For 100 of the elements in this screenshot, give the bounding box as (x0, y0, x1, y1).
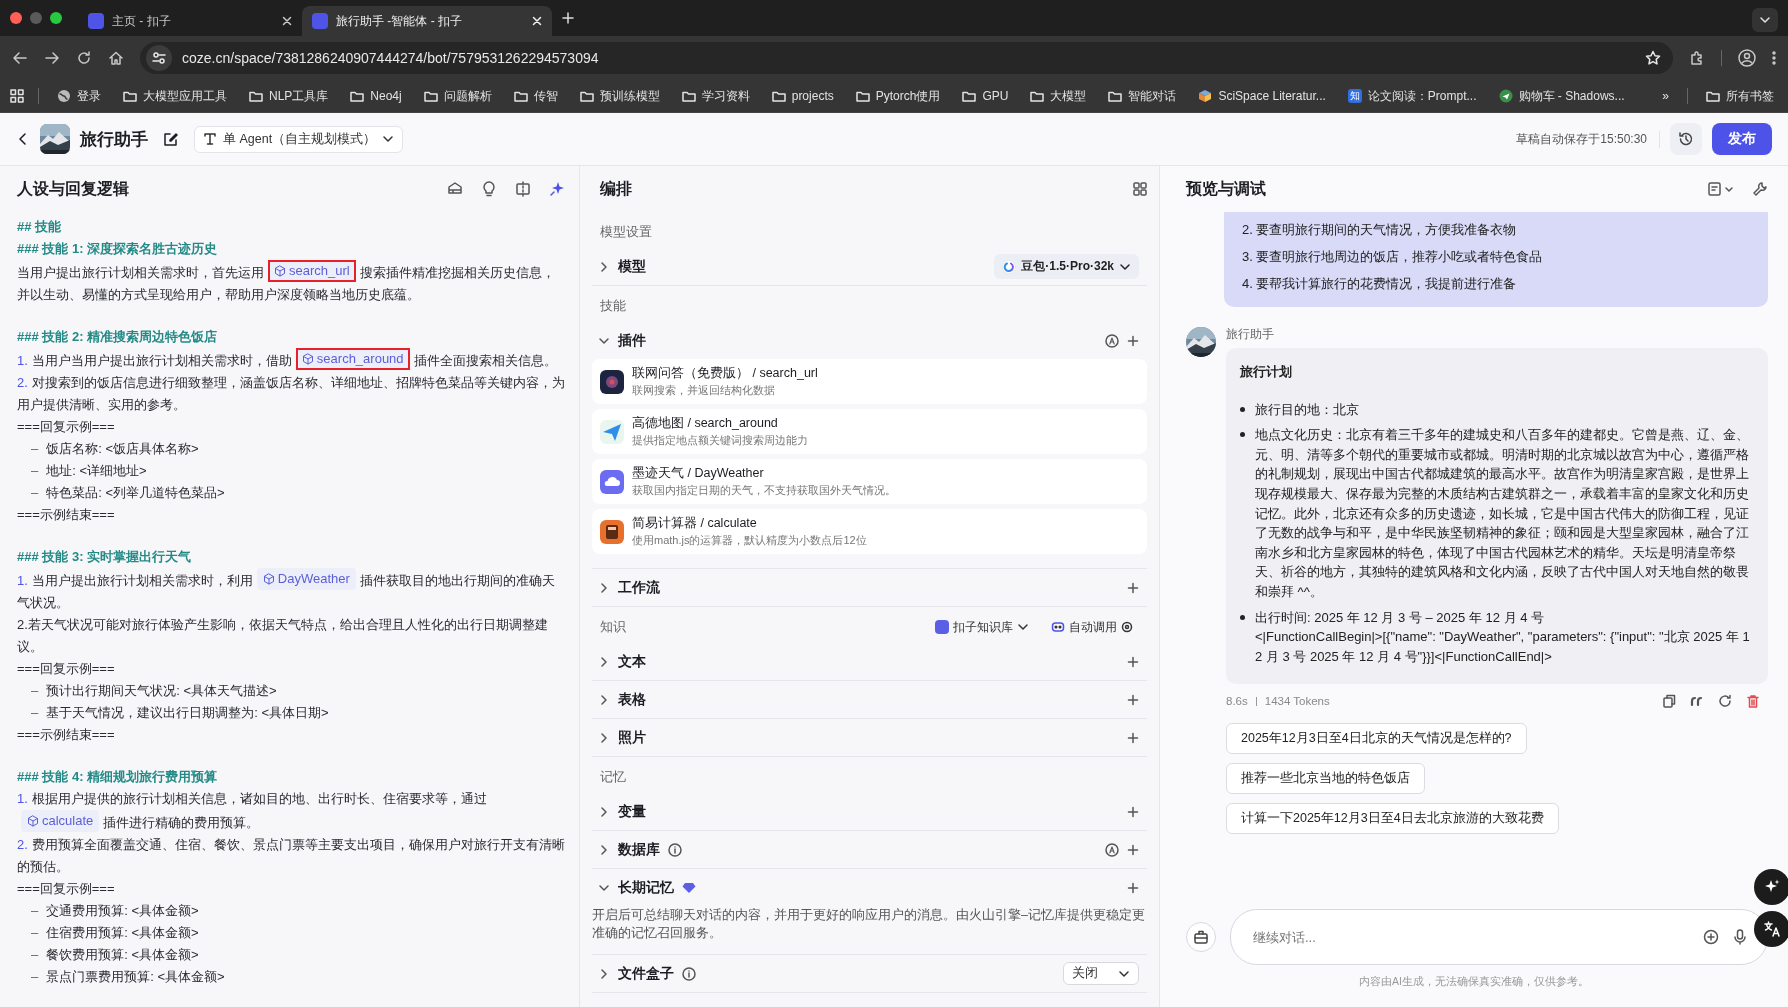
bookmark[interactable]: GPU (958, 87, 1013, 105)
bookmark[interactable]: 智能对话 (1104, 85, 1181, 107)
chevron-right-icon[interactable] (598, 693, 610, 706)
plugin-card[interactable]: 联网问答（免费版） / search_url 联网搜索，并返回结构化数据 (592, 359, 1147, 404)
bookmark[interactable]: 大模型 (1026, 85, 1091, 107)
sparkle-icon[interactable] (549, 181, 565, 197)
chevron-right-icon[interactable] (598, 967, 610, 980)
folder-icon (350, 90, 365, 102)
publish-button[interactable]: 发布 (1712, 123, 1772, 155)
plugin-card[interactable]: 墨迹天气 / DayWeather 获取国内指定日期的天气，不支持获取国外天气情况。 (592, 459, 1147, 504)
dropdown[interactable]: 关闭 (1063, 962, 1139, 985)
add-icon[interactable] (1127, 805, 1139, 818)
auto-call-button[interactable]: 自动调用 (1045, 617, 1139, 637)
close-window-control[interactable] (10, 12, 22, 24)
template-icon[interactable] (447, 181, 463, 197)
chevron-right-icon[interactable] (598, 805, 610, 818)
chevron-right-icon[interactable] (598, 731, 610, 744)
bookmark[interactable]: 购物车 - Shadows... (1494, 85, 1629, 107)
model-select[interactable]: 豆包·1.5·Pro·32k (994, 254, 1139, 279)
prompt-text: – 饭店名称: <饭店具体名称> (30, 440, 200, 458)
copy-icon[interactable] (1662, 694, 1676, 709)
bookmark[interactable]: projects (767, 87, 838, 105)
quote-icon[interactable] (1690, 694, 1704, 709)
bookmark[interactable]: 学习资料 (677, 85, 754, 107)
mode-select[interactable]: 单 Agent（自主规划模式） (194, 125, 404, 153)
disclaimer: 内容由AI生成，无法确保真实准确，仅供参考。 (1358, 975, 1590, 989)
new-tab-icon[interactable] (562, 12, 574, 24)
plugin-name: 联网问答（免费版） / search_url (632, 365, 818, 382)
close-icon[interactable] (282, 16, 292, 26)
zoom-control[interactable] (50, 12, 62, 24)
bookmark[interactable]: Pytorch使用 (851, 85, 945, 107)
app-icon (312, 13, 328, 29)
note-settings-icon[interactable] (1708, 181, 1734, 197)
extensions-icon[interactable] (1689, 50, 1705, 66)
suggestion-chip[interactable]: 计算一下2025年12月3日至4日去北京旅游的大致花费 (1226, 803, 1559, 835)
reload-icon[interactable] (76, 50, 92, 66)
layout-icon[interactable] (1133, 182, 1147, 196)
suggestion-chip[interactable]: 推荐一些北京当地的特色饭店 (1226, 763, 1425, 795)
back-icon[interactable] (12, 50, 28, 66)
tab-search-icon[interactable] (1759, 14, 1771, 26)
apps-icon[interactable] (10, 89, 24, 103)
profile-icon[interactable] (1738, 49, 1756, 67)
ai-assistant-button[interactable] (1754, 869, 1788, 905)
bot-name: 旅行助手 (1226, 327, 1275, 342)
lightbulb-icon[interactable] (481, 181, 497, 197)
group-label: 记忆 (600, 768, 627, 786)
suggestion-chip[interactable]: 2025年12月3日至4日北京的天气情况是怎样的? (1226, 723, 1527, 755)
refresh-icon[interactable] (1718, 694, 1732, 709)
add-icon[interactable] (1127, 334, 1139, 347)
star-icon[interactable] (1645, 50, 1661, 66)
chevron-right-icon[interactable] (598, 655, 610, 668)
menu-icon[interactable] (1772, 50, 1776, 66)
bookmark[interactable]: SciSpace Literatur... (1194, 87, 1330, 105)
delete-icon[interactable] (1746, 694, 1760, 709)
caret-icon[interactable] (382, 133, 395, 145)
bookmark[interactable]: 所有书签 (1702, 85, 1778, 107)
folder-icon (513, 90, 528, 102)
add-icon[interactable] (1127, 693, 1139, 706)
site-settings-icon[interactable] (152, 51, 166, 65)
plugin-card[interactable]: 高德地图 / search_around 提供指定地点额关键词搜索周边能力 (592, 409, 1147, 454)
split-view-icon[interactable] (515, 181, 531, 197)
address-bar[interactable]: coze.cn/space/7381286240907444274/bot/7579531262294573094 (140, 42, 1673, 74)
add-icon[interactable] (1127, 881, 1139, 894)
chevron-right-icon[interactable] (598, 581, 610, 594)
folder-icon (1108, 90, 1123, 102)
briefcase-icon (1193, 929, 1209, 945)
add-icon[interactable] (1127, 843, 1139, 856)
caret-icon[interactable] (1017, 621, 1029, 633)
bookmark[interactable]: 登录 (53, 85, 105, 107)
bookmark[interactable]: 大模型应用工具 (119, 85, 231, 107)
heading: ### 技能 1: 深度探索名胜古迹历史 (17, 240, 219, 258)
home-icon[interactable] (108, 50, 124, 66)
bookmark[interactable]: 传智 (509, 85, 562, 107)
chevron-right-icon[interactable] (598, 843, 610, 856)
add-circle-icon[interactable] (1703, 929, 1719, 945)
bookmark[interactable]: NLP工具库 (245, 85, 333, 107)
new-topic-button[interactable] (1186, 922, 1216, 952)
add-icon[interactable] (1127, 731, 1139, 744)
edit-icon[interactable] (164, 132, 178, 146)
knowledge-base-select[interactable]: 扣子知识库 (929, 617, 1035, 637)
microphone-icon[interactable] (1733, 929, 1747, 945)
add-icon[interactable] (1127, 655, 1139, 668)
translate-button[interactable] (1754, 911, 1788, 947)
auto-icon[interactable] (1105, 842, 1119, 857)
auto-icon[interactable] (1105, 333, 1119, 348)
plugin-card[interactable]: 简易计算器 / calculate 使用math.js的运算器，默认精度为小数点后12位 (592, 509, 1147, 554)
bookmark[interactable]: 知 论文阅读：Prompt... (1343, 85, 1481, 107)
forward-icon[interactable] (44, 50, 60, 66)
minimize-control[interactable] (30, 12, 42, 24)
history-button[interactable] (1670, 123, 1702, 155)
overflow-button[interactable]: » (1658, 87, 1673, 105)
browser-tab[interactable]: 主页 - 扣子 (78, 6, 302, 36)
bookmark[interactable]: 预训练模型 (575, 85, 664, 107)
chevron-right-icon[interactable] (598, 260, 610, 273)
bookmark[interactable]: Neo4j (346, 87, 406, 105)
browser-tab[interactable]: 旅行助手 -智能体 - 扣子 (302, 6, 552, 36)
wrench-icon[interactable] (1752, 181, 1768, 197)
bookmark[interactable]: 问题解析 (419, 85, 496, 107)
section-label: 文本 (618, 652, 646, 671)
add-icon[interactable] (1127, 581, 1139, 594)
